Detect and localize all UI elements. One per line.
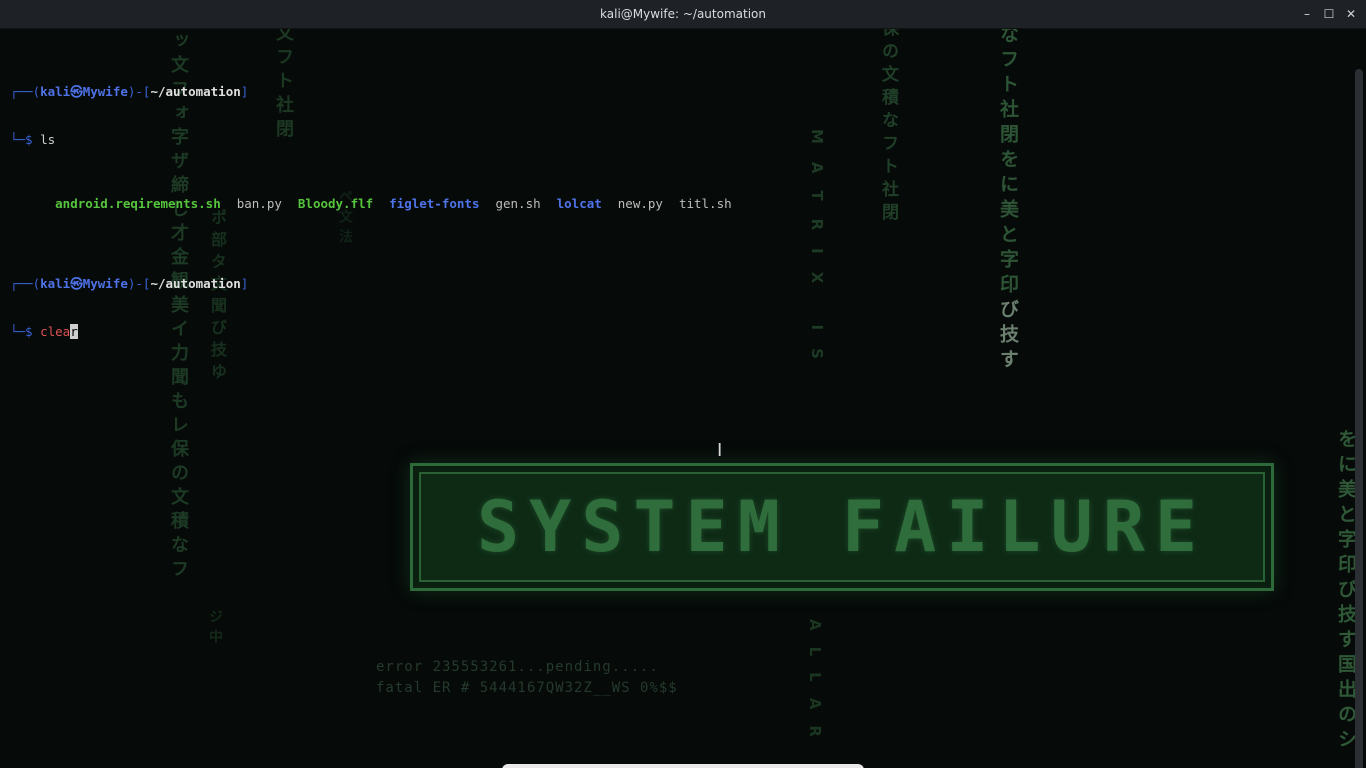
prompt-frame: )-[ <box>127 276 151 291</box>
matrix-column: 保の文積なフト社閉 <box>878 29 898 226</box>
error-lines: error 235553261...pending..... fatal ER … <box>376 657 678 699</box>
prompt-user: kali㉿Mywife <box>40 276 128 291</box>
prompt-frame: ┌──( <box>10 276 41 291</box>
file-entry: titl.sh <box>678 196 732 211</box>
terminal-viewport[interactable]: ロッ文フォ字ザ締し才金観美イ力聞もレ保の文積なフ ポ部タ文聞び技ゆ 積文フト社閉… <box>0 29 1366 768</box>
prompt-frame: ] <box>240 84 249 99</box>
directory-entry: lolcat <box>556 196 602 211</box>
file-entry: android.reqirements.sh <box>55 196 221 211</box>
system-failure-banner: SYSTEM FAILURE <box>410 463 1274 591</box>
close-icon[interactable]: ✕ <box>1342 5 1360 23</box>
matrix-column-highlight: び技す <box>997 299 1019 374</box>
file-entry: gen.sh <box>495 196 541 211</box>
matrix-column: ジ中 <box>207 609 223 649</box>
prompt-path: ~/automation <box>150 276 241 291</box>
command-input[interactable]: clea <box>40 324 70 339</box>
matrix-column: 積なフト社閉をに美と字印び技す <box>995 29 1022 374</box>
ls-output: android.reqirements.sh ban.py Bloody.flf fi… <box>10 180 748 211</box>
text-cursor: r <box>70 324 78 339</box>
window-titlebar[interactable]: kali@Mywife: ~/automation – ☐ ✕ <box>0 0 1366 29</box>
prompt-dollar: └─$ <box>10 132 41 147</box>
prompt-command-line: └─$ ls <box>10 132 748 148</box>
matrix-column: ALLAR <box>806 619 824 753</box>
prompt-command-line[interactable]: └─$ clear <box>10 324 748 340</box>
minimize-icon[interactable]: – <box>1298 5 1316 23</box>
prompt-header: ┌──(kali㉿Mywife)-[~/automation] <box>10 276 748 292</box>
terminal-output[interactable]: ┌──(kali㉿Mywife)-[~/automation] └─$ ls a… <box>10 52 748 372</box>
taskbar-edge <box>502 764 864 768</box>
prompt-user: kali㉿Mywife <box>40 84 128 99</box>
prompt-header: ┌──(kali㉿Mywife)-[~/automation] <box>10 84 748 100</box>
directory-entry: figlet-fonts <box>389 196 480 211</box>
command-text: ls <box>40 132 56 147</box>
ibeam-cursor-icon: I <box>717 440 723 461</box>
file-entry: Bloody.flf <box>297 196 374 211</box>
window-title: kali@Mywife: ~/automation <box>600 7 766 21</box>
terminal-scrollbar[interactable] <box>1355 69 1363 768</box>
file-entry: new.py <box>617 196 663 211</box>
matrix-column-text: 積なフト社閉をに美と字印 <box>997 29 1019 299</box>
prompt-frame: ] <box>240 276 249 291</box>
maximize-icon[interactable]: ☐ <box>1320 5 1338 23</box>
file-entry: ban.py <box>236 196 282 211</box>
prompt-path: ~/automation <box>150 84 241 99</box>
system-failure-text: SYSTEM FAILURE <box>476 486 1207 568</box>
prompt-frame: ┌──( <box>10 84 41 99</box>
error-line: fatal ER # 5444167QW32Z__WS 0%$$ <box>376 680 678 696</box>
prompt-frame: )-[ <box>127 84 151 99</box>
window-controls: – ☐ ✕ <box>1298 5 1360 23</box>
error-line: error 235553261...pending..... <box>376 659 659 675</box>
matrix-column: MATRIX IS <box>808 129 826 377</box>
prompt-dollar: └─$ <box>10 324 41 339</box>
